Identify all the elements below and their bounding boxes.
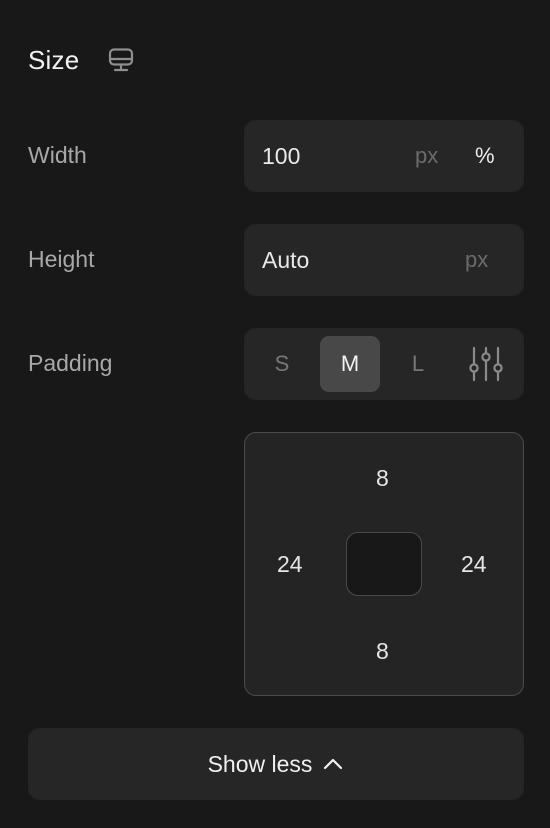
height-field[interactable]: Auto px bbox=[244, 224, 524, 296]
width-field[interactable]: 100 px % bbox=[244, 120, 524, 192]
padding-content-box bbox=[346, 532, 422, 596]
width-unit-px[interactable]: px bbox=[415, 143, 438, 169]
padding-option-m[interactable]: M bbox=[320, 336, 380, 392]
padding-bottom-value[interactable]: 8 bbox=[376, 638, 389, 665]
padding-top-value[interactable]: 8 bbox=[376, 465, 389, 492]
show-less-label: Show less bbox=[207, 750, 313, 777]
padding-option-l[interactable]: L bbox=[388, 336, 448, 392]
height-label: Height bbox=[28, 246, 95, 272]
height-unit-px[interactable]: px bbox=[465, 247, 488, 273]
width-unit-percent[interactable]: % bbox=[475, 143, 495, 169]
padding-option-s[interactable]: S bbox=[252, 336, 312, 392]
width-label: Width bbox=[28, 142, 87, 168]
show-less-button[interactable]: Show less bbox=[28, 728, 524, 800]
sliders-icon[interactable] bbox=[466, 344, 506, 384]
height-value[interactable]: Auto bbox=[262, 247, 309, 274]
desktop-icon[interactable] bbox=[107, 46, 135, 74]
width-value[interactable]: 100 bbox=[262, 143, 300, 170]
padding-label: Padding bbox=[28, 350, 113, 376]
padding-left-value[interactable]: 24 bbox=[277, 551, 303, 578]
padding-size-selector: S M L bbox=[244, 328, 524, 400]
padding-right-value[interactable]: 24 bbox=[461, 551, 487, 578]
section-title: Size bbox=[28, 44, 80, 75]
padding-box: 8 24 24 8 bbox=[244, 432, 524, 696]
size-panel: Size Width 100 px % Height Auto px Paddi… bbox=[0, 0, 550, 828]
chevron-up-icon bbox=[322, 753, 344, 775]
section-header: Size bbox=[28, 40, 135, 80]
